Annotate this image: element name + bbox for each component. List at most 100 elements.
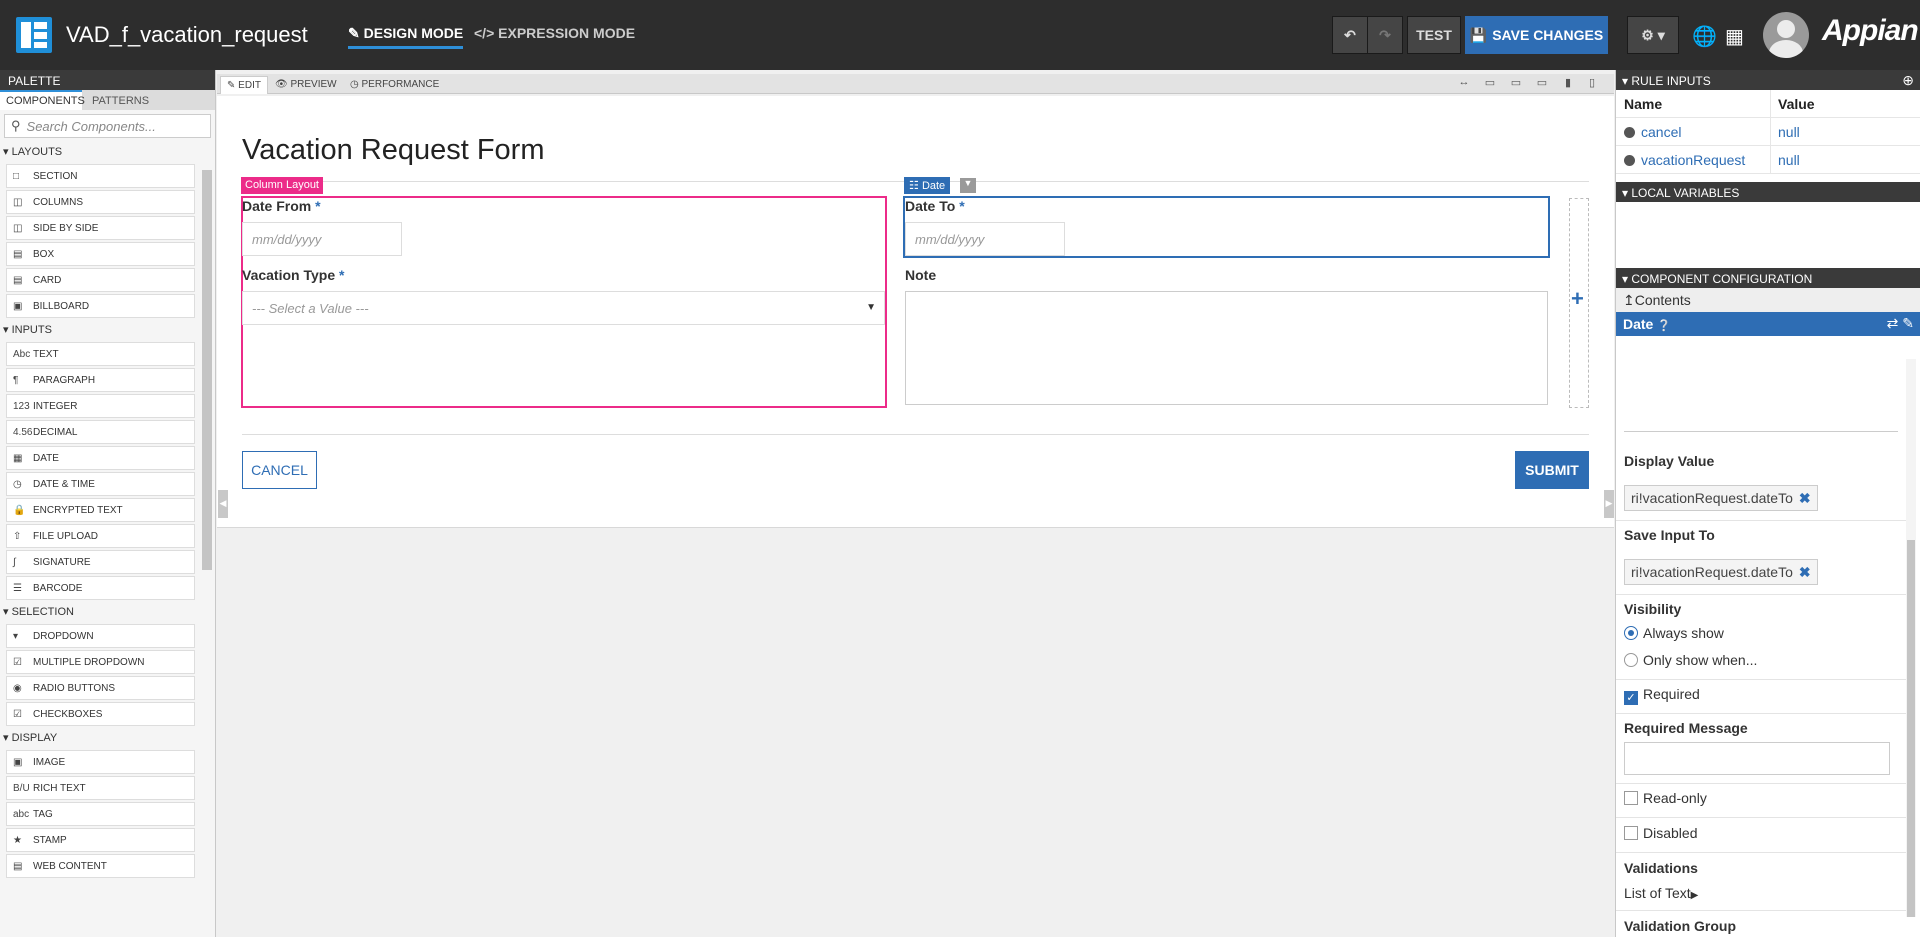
phone-icon[interactable]: ▯ (1581, 76, 1603, 92)
column-layout-tag[interactable]: Column Layout (241, 177, 323, 194)
palette-item-text[interactable]: Abc TEXT (6, 342, 195, 366)
globe-search-icon[interactable]: 🌐 (1692, 24, 1717, 49)
tab-design-mode[interactable]: ✎ DESIGN MODE (348, 25, 464, 49)
calendar-icon: ▦ (13, 452, 23, 464)
palette-item-radio-buttons[interactable]: ◉ RADIO BUTTONS (6, 676, 195, 700)
palette-section-header[interactable]: ▾ SELECTION (0, 602, 215, 622)
design-mode-icon: ✎ (348, 25, 360, 41)
palette-item-encrypted-text[interactable]: 🔒 ENCRYPTED TEXT (6, 498, 195, 522)
tab-performance[interactable]: ◷ PERFORMANCE (344, 76, 445, 94)
display-value-chip[interactable]: ri!vacationRequest.dateTo ✖ (1624, 485, 1818, 511)
palette-item-multiple-dropdown[interactable]: ☑ MULTIPLE DROPDOWN (6, 650, 195, 674)
palette-section-header[interactable]: ▾ INPUTS (0, 320, 215, 340)
palette-item-barcode[interactable]: ☰ BARCODE (6, 576, 195, 600)
palette-scrollbar[interactable] (202, 170, 212, 570)
validations-link[interactable]: List of Text▶ (1624, 885, 1698, 901)
redo-button[interactable]: ↷ (1367, 16, 1403, 54)
palette-item-columns[interactable]: ◫ COLUMNS (6, 190, 195, 214)
side-by-side-icon: ◫ (13, 222, 23, 234)
box-icon: ▤ (13, 248, 23, 260)
palette-item-date-time[interactable]: ◷ DATE & TIME (6, 472, 195, 496)
remove-icon[interactable]: ✖ (1799, 490, 1811, 506)
avatar[interactable] (1763, 12, 1809, 58)
palette-item-image[interactable]: ▣ IMAGE (6, 750, 195, 774)
tab-patterns[interactable]: PATTERNS (86, 92, 155, 110)
fit-width-icon[interactable]: ↔ (1453, 76, 1475, 92)
help-icon[interactable]: ❔ (1657, 320, 1671, 332)
readonly-checkbox[interactable]: Read-only (1624, 790, 1707, 806)
palette-item-paragraph[interactable]: ¶ PARAGRAPH (6, 368, 195, 392)
palette-item-integer[interactable]: 123 INTEGER (6, 394, 195, 418)
palette-item-web-content[interactable]: ▤ WEB CONTENT (6, 854, 195, 878)
required-message-input[interactable] (1624, 742, 1890, 775)
card-icon: ▤ (13, 274, 23, 286)
palette-item-dropdown[interactable]: ▾ DROPDOWN (6, 624, 195, 648)
desktop-wide-icon[interactable]: ▭ (1479, 76, 1501, 92)
config-scrollbar[interactable] (1907, 540, 1915, 917)
remove-icon[interactable]: ✖ (1799, 564, 1811, 580)
save-input-chip[interactable]: ri!vacationRequest.dateTo ✖ (1624, 559, 1818, 585)
form-title[interactable]: Vacation Request Form (242, 134, 545, 167)
palette-item-stamp[interactable]: ★ STAMP (6, 828, 195, 852)
palette-item-card[interactable]: ▤ CARD (6, 268, 195, 292)
contents-breadcrumb[interactable]: ↥Contents (1616, 288, 1920, 312)
tab-edit[interactable]: ✎ EDIT (220, 76, 268, 94)
note-textarea[interactable] (905, 291, 1548, 405)
palette-section-header[interactable]: ▾ DISPLAY (0, 728, 215, 748)
required-checkbox[interactable]: ✓ Required (1624, 686, 1700, 705)
settings-menu-button[interactable]: ⚙ ▾ (1627, 16, 1679, 54)
table-row[interactable]: vacationRequest null (1616, 146, 1920, 174)
palette-item-date[interactable]: ▦ DATE (6, 446, 195, 470)
palette-item-billboard[interactable]: ▣ BILLBOARD (6, 294, 195, 318)
apps-grid-icon[interactable]: ▦ (1725, 24, 1744, 49)
tab-components[interactable]: COMPONENTS (0, 90, 85, 110)
disabled-checkbox[interactable]: Disabled (1624, 825, 1697, 841)
palette-item-checkboxes[interactable]: ☑ CHECKBOXES (6, 702, 195, 726)
visibility-when-radio[interactable]: Only show when... (1624, 652, 1757, 668)
tab-preview[interactable]: 👁 PREVIEW (269, 76, 343, 94)
tablet-icon[interactable]: ▮ (1557, 76, 1579, 92)
date-from-input[interactable]: mm/dd/yyyy (242, 222, 402, 256)
truncated-field (1624, 426, 1898, 432)
local-variables-header[interactable]: ▾ LOCAL VARIABLES (1616, 182, 1920, 202)
component-menu-button[interactable]: ▼ (960, 178, 976, 193)
swap-icon[interactable]: ⇄ (1887, 315, 1899, 331)
palette-item-signature[interactable]: ∫ SIGNATURE (6, 550, 195, 574)
palette-section-header[interactable]: ▾ LAYOUTS (0, 142, 215, 162)
display-value-label: Display Value (1624, 453, 1715, 469)
palette-panel: PALETTE COMPONENTS PATTERNS ⚲ Search Com… (0, 70, 216, 937)
palette-item-decimal[interactable]: 4.56 DECIMAL (6, 420, 195, 444)
divider (242, 434, 1589, 435)
undo-button[interactable]: ↶ (1332, 16, 1368, 54)
laptop-icon[interactable]: ▭ (1531, 76, 1553, 92)
palette-item-side-by-side[interactable]: ◫ SIDE BY SIDE (6, 216, 195, 240)
table-row[interactable]: cancel null (1616, 118, 1920, 146)
collapse-palette-arrow-icon[interactable]: ◀ (218, 490, 228, 518)
palette-item-tag[interactable]: abc TAG (6, 802, 195, 826)
vacation-type-dropdown[interactable]: --- Select a Value --- ▼ (242, 291, 885, 325)
interface-icon (16, 17, 52, 53)
add-rule-input-icon[interactable]: ⊕ (1902, 72, 1914, 89)
palette-item-section[interactable]: □ SECTION (6, 164, 195, 188)
palette-item-file-upload[interactable]: ⇧ FILE UPLOAD (6, 524, 195, 548)
test-button[interactable]: TEST (1407, 16, 1461, 54)
cancel-button[interactable]: CANCEL (242, 451, 317, 489)
collapse-config-arrow-icon[interactable]: ▶ (1604, 490, 1614, 518)
date-component-tag[interactable]: ☷ Date (904, 177, 951, 194)
save-changes-button[interactable]: 💾 SAVE CHANGES (1465, 16, 1608, 54)
calendar-clock-icon: ◷ (13, 478, 22, 490)
add-column-plus-icon[interactable]: + (1571, 286, 1584, 312)
desktop-icon[interactable]: ▭ (1505, 76, 1527, 92)
component-config-header[interactable]: ▾ COMPONENT CONFIGURATION (1616, 268, 1920, 288)
tab-expression-mode[interactable]: </> EXPRESSION MODE (474, 25, 635, 49)
caret-right-icon: ▶ (1690, 890, 1699, 901)
date-to-input[interactable]: mm/dd/yyyy (905, 222, 1065, 256)
stamp-icon: ★ (13, 834, 22, 846)
rule-inputs-header[interactable]: ▾ RULE INPUTS ⊕ (1616, 70, 1920, 90)
edit-icon[interactable]: ✎ (1902, 315, 1914, 331)
search-components-input[interactable]: ⚲ Search Components... (4, 114, 211, 138)
palette-item-rich-text[interactable]: B/U RICH TEXT (6, 776, 195, 800)
visibility-always-radio[interactable]: Always show (1624, 625, 1724, 641)
palette-item-box[interactable]: ▤ BOX (6, 242, 195, 266)
submit-button[interactable]: SUBMIT (1515, 451, 1589, 489)
